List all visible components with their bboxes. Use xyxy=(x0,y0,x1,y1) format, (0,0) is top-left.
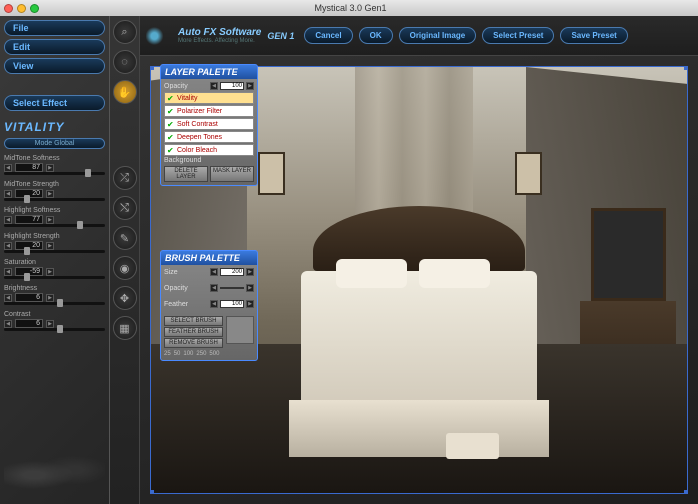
zoom-tool-icon[interactable]: ⌕ xyxy=(113,20,137,44)
layer-item[interactable]: ✔Vitality xyxy=(164,92,254,104)
slider-brightness: Brightness ◀6▶ xyxy=(4,285,105,305)
tool-column: ⌕ ◌ ✋ ⤮ ⤭ ✎ ◉ ✥ ▦ xyxy=(110,16,140,504)
increment-icon[interactable]: ▶ xyxy=(46,164,54,172)
mode-button[interactable]: Mode Global xyxy=(4,138,105,149)
brush-preview xyxy=(226,316,254,344)
wall-picture xyxy=(258,152,285,195)
share-tool-icon[interactable]: ⤮ xyxy=(113,166,137,190)
decorative-swirl xyxy=(4,450,105,500)
logo-swirl-icon xyxy=(146,25,174,47)
shuffle-tool-icon[interactable]: ⤭ xyxy=(113,196,137,220)
hand-tool-icon[interactable]: ✋ xyxy=(113,80,137,104)
layer-item[interactable]: ✔Color Bleach xyxy=(164,144,254,156)
selection-handle[interactable] xyxy=(150,66,154,70)
close-window-button[interactable] xyxy=(4,4,13,13)
file-menu[interactable]: File xyxy=(4,20,105,36)
zoom-window-button[interactable] xyxy=(30,4,39,13)
layer-palette[interactable]: LAYER PALETTE Opacity ◀ 100 ▶ ✔Vitality … xyxy=(160,64,258,186)
check-icon: ✔ xyxy=(167,94,175,102)
gen-badge: GEN 1 xyxy=(267,31,294,41)
brand-logo: Auto FX Software More Effects. Affecting… xyxy=(146,25,294,47)
grid-tool-icon[interactable]: ▦ xyxy=(113,316,137,340)
wall-picture xyxy=(515,152,542,195)
select-effect-button[interactable]: Select Effect xyxy=(4,95,105,111)
brush-size-presets[interactable]: 25 50 100 250 500 xyxy=(164,351,254,357)
window-titlebar: Mystical 3.0 Gen1 xyxy=(0,0,698,16)
selection-handle[interactable] xyxy=(684,490,688,494)
window-title: Mystical 3.0 Gen1 xyxy=(47,3,654,13)
selection-handle[interactable] xyxy=(150,490,154,494)
delete-layer-button[interactable]: DELETE LAYER xyxy=(164,166,208,182)
layer-item[interactable]: ✔Soft Contrast xyxy=(164,118,254,130)
selection-handle[interactable] xyxy=(684,66,688,70)
slider-saturation: Saturation ◀-59▶ xyxy=(4,259,105,279)
select-brush-button[interactable]: SELECT BRUSH xyxy=(164,316,223,326)
layer-item[interactable]: ✔Deepen Tones xyxy=(164,131,254,143)
original-image-button[interactable]: Original Image xyxy=(399,27,477,44)
towel xyxy=(446,433,500,459)
layer-palette-header[interactable]: LAYER PALETTE xyxy=(161,65,257,79)
left-sidebar: File Edit View Select Effect VITALITY Mo… xyxy=(0,16,110,504)
select-preset-button[interactable]: Select Preset xyxy=(482,27,554,44)
mirror xyxy=(591,208,666,302)
edit-menu[interactable]: Edit xyxy=(4,39,105,55)
mask-layer-button[interactable]: MASK LAYER xyxy=(210,166,254,182)
top-toolbar: Auto FX Software More Effects. Affecting… xyxy=(140,16,698,56)
feather-brush-button[interactable]: FEATHER BRUSH xyxy=(164,327,223,337)
cancel-button[interactable]: Cancel xyxy=(304,27,352,44)
minimize-window-button[interactable] xyxy=(17,4,26,13)
spiral-tool-icon[interactable]: ◉ xyxy=(113,256,137,280)
remove-brush-button[interactable]: REMOVE BRUSH xyxy=(164,338,223,348)
view-menu[interactable]: View xyxy=(4,58,105,74)
decrement-icon[interactable]: ◀ xyxy=(4,164,12,172)
save-preset-button[interactable]: Save Preset xyxy=(560,27,627,44)
move-tool-icon[interactable]: ✥ xyxy=(113,286,137,310)
ok-button[interactable]: OK xyxy=(359,27,393,44)
slider-midtone-strength: MidTone Strength ◀20▶ xyxy=(4,181,105,201)
brush-palette[interactable]: BRUSH PALETTE Size◀200▶ Opacity◀▶ Feathe… xyxy=(160,250,258,361)
layer-item[interactable]: ✔Polarizer Filter xyxy=(164,105,254,117)
target-tool-icon[interactable]: ◌ xyxy=(113,50,137,74)
effect-name: VITALITY xyxy=(4,120,105,134)
slider-track[interactable] xyxy=(4,172,105,175)
bed xyxy=(301,254,537,416)
slider-contrast: Contrast ◀6▶ xyxy=(4,311,105,331)
brush-tool-icon[interactable]: ✎ xyxy=(113,226,137,250)
slider-highlight-softness: Highlight Softness ◀77▶ xyxy=(4,207,105,227)
brush-palette-header[interactable]: BRUSH PALETTE xyxy=(161,251,257,265)
slider-highlight-strength: Highlight Strength ◀20▶ xyxy=(4,233,105,253)
slider-midtone-softness: MidTone Softness ◀87▶ xyxy=(4,155,105,175)
